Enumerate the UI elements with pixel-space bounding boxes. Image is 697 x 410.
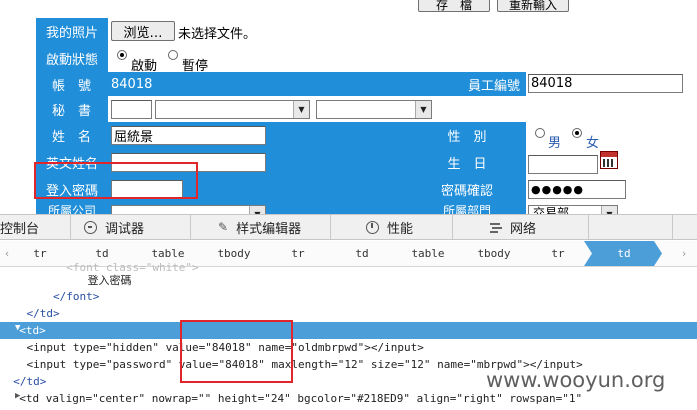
- company-select-value: 大中票卷股份有限公司: [116, 206, 237, 214]
- gender-label: 性 別: [408, 122, 526, 149]
- gender-female-radio[interactable]: [572, 128, 582, 138]
- confirm-password-cell: ●●●●●: [526, 176, 697, 203]
- status-off-radio[interactable]: [168, 50, 178, 60]
- divider: [70, 215, 71, 239]
- gender-cell: 男 女: [526, 122, 697, 151]
- company-label: 所屬公司: [36, 203, 108, 214]
- code-line[interactable]: </td>: [0, 305, 697, 322]
- code-line[interactable]: ▶ <td valign="center" nowrap="" height="…: [0, 390, 697, 407]
- debugger-icon: [84, 220, 97, 234]
- tab-style-editor-label: 样式编辑器: [236, 221, 302, 237]
- name-cell: 屈統景: [108, 122, 408, 149]
- tab-network-label: 网络: [510, 221, 537, 237]
- department-cell: 交易部 ▼: [526, 203, 697, 214]
- secretary-select-1[interactable]: ▼: [155, 100, 310, 119]
- tab-performance-label: 性能: [387, 221, 414, 237]
- department-select-value: 交易部: [533, 206, 570, 214]
- secretary-select-2[interactable]: ▼: [316, 100, 432, 119]
- network-icon: [490, 222, 502, 233]
- status-label: 啟動狀態: [36, 45, 108, 72]
- department-label: 所屬部門: [408, 203, 526, 214]
- tab-console[interactable]: 控制台: [0, 215, 39, 239]
- code-tag: </td>: [0, 375, 47, 388]
- birthday-label: 生 日: [408, 149, 526, 176]
- confirm-password-label: 密碼確認: [408, 176, 526, 203]
- code-tag: </font>: [0, 290, 100, 303]
- birthday-input[interactable]: [528, 155, 598, 174]
- code-td: <td valign="center" nowrap="" height="24…: [6, 392, 583, 405]
- chevron-down-icon: ▼: [601, 206, 617, 214]
- divider: [588, 215, 589, 239]
- name-input[interactable]: 屈統景: [111, 126, 266, 145]
- divider: [330, 215, 331, 239]
- devtools-toolbar: 控制台 调试器 ✎ 样式编辑器 性能 网络: [0, 214, 697, 240]
- no-file-text: 未选择文件。: [178, 27, 257, 42]
- secretary-cell: ▼ ▼: [108, 96, 697, 122]
- watermark: www.wooyun.org: [486, 368, 666, 392]
- code-line[interactable]: 登入密碼: [8, 271, 697, 288]
- page-edge: [0, 0, 36, 214]
- account-value: 84018: [108, 72, 408, 96]
- gender-male-radio[interactable]: [535, 128, 545, 138]
- company-select[interactable]: 大中票卷股份有限公司 ▼: [111, 205, 266, 214]
- chevron-down-icon: ▼: [249, 206, 265, 214]
- name-label: 姓 名: [36, 122, 108, 149]
- company-cell: 大中票卷股份有限公司 ▼: [108, 203, 408, 214]
- secretary-label: 秘 書: [36, 96, 108, 122]
- photo-label: 我的照片: [36, 18, 108, 45]
- code-line[interactable]: <input type="hidden" value="84018" name=…: [0, 339, 697, 356]
- pencil-icon: ✎: [218, 220, 229, 234]
- gauge-icon: [366, 220, 379, 234]
- employee-no-input[interactable]: 84018: [528, 74, 683, 93]
- code-line-selected[interactable]: ▼ <td>: [0, 322, 697, 339]
- chevron-down-icon: ▼: [415, 101, 431, 118]
- tab-network[interactable]: 网络: [490, 215, 536, 239]
- calendar-icon[interactable]: [600, 151, 618, 169]
- birthday-cell: [526, 149, 697, 176]
- reset-button[interactable]: 重新輸入: [497, 0, 569, 12]
- browse-button[interactable]: 浏览…: [111, 21, 175, 41]
- confirm-password-input[interactable]: ●●●●●: [528, 180, 626, 199]
- divider: [452, 215, 453, 239]
- save-button[interactable]: 存 檔: [418, 0, 490, 12]
- tab-style-editor[interactable]: ✎ 样式编辑器: [218, 215, 301, 239]
- code-tag: </td>: [0, 307, 60, 320]
- employee-no-cell: 84018: [526, 72, 697, 96]
- login-password-highlight: [34, 162, 198, 199]
- status-cell: 啟動 暫停: [108, 45, 697, 74]
- status-on-radio[interactable]: [117, 50, 127, 60]
- tab-debugger-label: 调试器: [105, 221, 145, 237]
- secretary-code-input[interactable]: [111, 100, 152, 119]
- divider: [672, 215, 673, 239]
- tab-debugger[interactable]: 调试器: [84, 215, 144, 239]
- chevron-down-icon: ▼: [293, 101, 309, 118]
- photo-cell: 浏览… 未选择文件。: [108, 18, 697, 45]
- account-value-text: 84018: [111, 76, 153, 92]
- code-line[interactable]: </font>: [0, 288, 697, 305]
- password-value-highlight: [180, 320, 293, 383]
- divider: [190, 215, 191, 239]
- account-label: 帳 號: [36, 72, 108, 96]
- tab-performance[interactable]: 性能: [366, 215, 413, 239]
- department-select[interactable]: 交易部 ▼: [528, 205, 618, 214]
- tab-console-label: 控制台: [0, 221, 40, 237]
- employee-no-label: 員工編號: [408, 72, 526, 96]
- code-tag: <td>: [6, 324, 46, 337]
